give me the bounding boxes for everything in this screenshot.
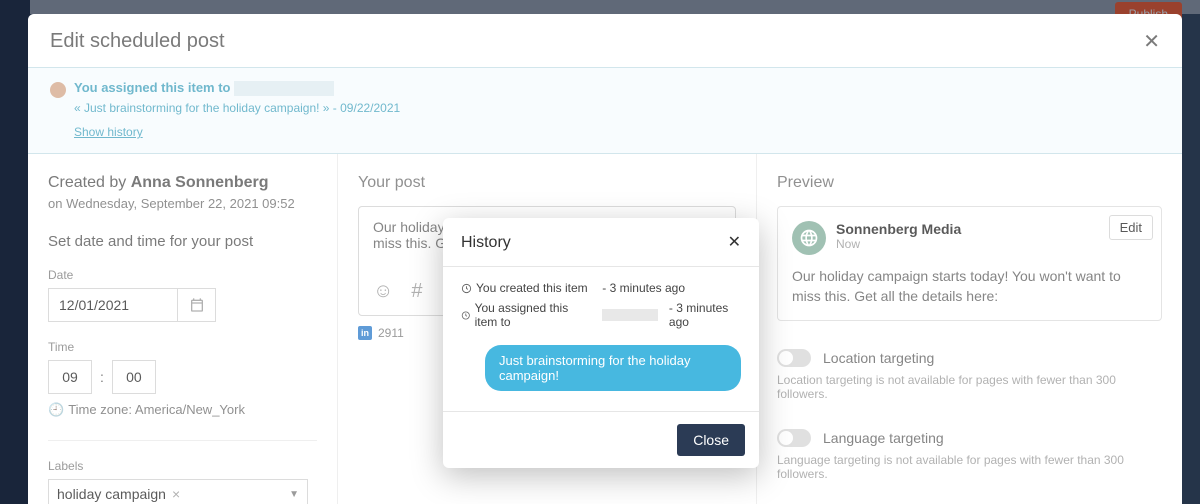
close-button[interactable]: Close: [677, 424, 745, 456]
redacted-name: [602, 309, 658, 321]
history-entry: You assigned this item to - 3 minutes ag…: [461, 301, 741, 329]
close-icon[interactable]: ✕: [728, 235, 741, 251]
clock-icon: [461, 283, 472, 294]
history-message-bubble: Just brainstorming for the holiday campa…: [485, 345, 741, 391]
clock-icon: [461, 310, 471, 321]
history-entry: You created this item - 3 minutes ago: [461, 281, 741, 295]
history-modal: History ✕ You created this item - 3 minu…: [443, 218, 759, 468]
history-title: History: [461, 234, 511, 252]
